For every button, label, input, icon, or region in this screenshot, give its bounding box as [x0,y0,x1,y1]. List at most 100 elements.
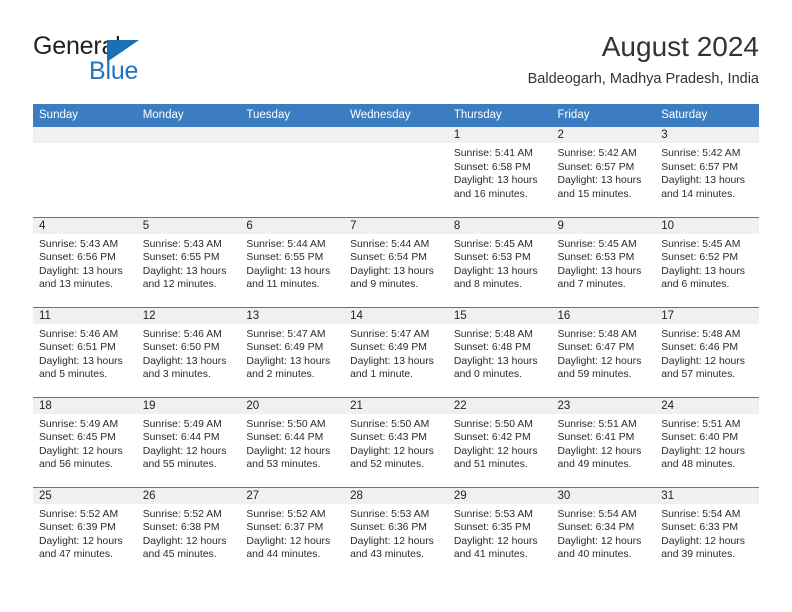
sunrise-text: Sunrise: 5:47 AM [350,328,430,340]
sunset-text: Sunset: 6:44 PM [246,432,324,444]
sunset-text: Sunset: 6:49 PM [246,342,324,354]
week-row: 4 Sunrise: 5:43 AM Sunset: 6:56 PM Dayli… [33,216,759,307]
daylight-text-line1: Daylight: 12 hours [453,535,538,547]
day-cell[interactable]: 10 Sunrise: 5:45 AM Sunset: 6:52 PM Dayl… [655,216,759,307]
day-number: 7 [344,217,448,234]
day-cell[interactable]: 5 Sunrise: 5:43 AM Sunset: 6:55 PM Dayli… [136,216,241,307]
day-number: 27 [240,487,345,504]
daylight-text-line2: and 55 minutes. [142,459,217,471]
daylight-text-line1: Daylight: 13 hours [453,175,538,187]
page-subtitle: Baldeogarh, Madhya Pradesh, India [527,71,759,87]
daylight-text-line2: and 43 minutes. [350,549,425,561]
daylight-text-line2: and 49 minutes. [557,459,632,471]
sunset-text: Sunset: 6:58 PM [453,161,531,173]
sunrise-text: Sunrise: 5:43 AM [39,238,119,250]
daylight-text-line2: and 41 minutes. [453,549,528,561]
day-cell[interactable]: 22 Sunrise: 5:50 AM Sunset: 6:42 PM Dayl… [447,396,552,487]
daylight-text-line1: Daylight: 12 hours [350,445,434,457]
day-cell[interactable]: 1 Sunrise: 5:41 AM Sunset: 6:58 PM Dayli… [447,127,552,217]
daylight-text-line2: and 5 minutes. [39,369,108,381]
day-number [240,127,345,143]
day-number: 14 [344,307,448,324]
day-cell[interactable]: 29 Sunrise: 5:53 AM Sunset: 6:35 PM Dayl… [447,486,552,577]
day-cell[interactable]: 26 Sunrise: 5:52 AM Sunset: 6:38 PM Dayl… [136,486,241,577]
day-cell[interactable]: 28 Sunrise: 5:53 AM Sunset: 6:36 PM Dayl… [344,486,448,577]
daylight-text-line2: and 59 minutes. [557,369,632,381]
daylight-text-line2: and 51 minutes. [453,459,528,471]
day-cell[interactable]: 23 Sunrise: 5:51 AM Sunset: 6:41 PM Dayl… [551,396,656,487]
sunrise-text: Sunrise: 5:41 AM [453,148,533,159]
sunset-text: Sunset: 6:55 PM [142,252,220,264]
day-details: Sunrise: 5:45 AM Sunset: 6:52 PM Dayligh… [655,234,759,292]
day-cell[interactable]: 24 Sunrise: 5:51 AM Sunset: 6:40 PM Dayl… [655,396,759,487]
day-cell[interactable]: 21 Sunrise: 5:50 AM Sunset: 6:43 PM Dayl… [344,396,448,487]
daylight-text-line2: and 11 minutes. [246,279,320,291]
day-cell[interactable]: 25 Sunrise: 5:52 AM Sunset: 6:39 PM Dayl… [33,486,137,577]
daylight-text-line2: and 1 minute. [350,369,414,381]
day-cell[interactable]: 2 Sunrise: 5:42 AM Sunset: 6:57 PM Dayli… [551,127,656,217]
day-cell[interactable]: 11 Sunrise: 5:46 AM Sunset: 6:51 PM Dayl… [33,306,137,397]
day-details: Sunrise: 5:47 AM Sunset: 6:49 PM Dayligh… [240,324,344,382]
sunset-text: Sunset: 6:49 PM [350,342,427,354]
day-cell[interactable]: 7 Sunrise: 5:44 AM Sunset: 6:54 PM Dayli… [344,216,448,307]
day-number: 4 [33,217,137,234]
sunset-text: Sunset: 6:44 PM [142,432,220,444]
day-cell[interactable]: 8 Sunrise: 5:45 AM Sunset: 6:53 PM Dayli… [447,216,552,307]
day-details: Sunrise: 5:47 AM Sunset: 6:49 PM Dayligh… [344,324,448,382]
sunset-text: Sunset: 6:55 PM [246,252,324,264]
daylight-text-line1: Daylight: 13 hours [350,355,434,367]
day-cell[interactable]: 6 Sunrise: 5:44 AM Sunset: 6:55 PM Dayli… [240,216,345,307]
daylight-text-line1: Daylight: 12 hours [39,535,123,547]
daylight-text-line2: and 3 minutes. [142,369,211,381]
sunrise-text: Sunrise: 5:43 AM [142,238,222,250]
day-cell[interactable]: 16 Sunrise: 5:48 AM Sunset: 6:47 PM Dayl… [551,306,656,397]
daylight-text-line1: Daylight: 13 hours [661,265,745,277]
day-cell[interactable]: 3 Sunrise: 5:42 AM Sunset: 6:57 PM Dayli… [655,127,759,217]
day-details: Sunrise: 5:52 AM Sunset: 6:38 PM Dayligh… [137,504,241,562]
daylight-text-line2: and 0 minutes. [453,369,522,381]
daylight-text-line1: Daylight: 12 hours [557,445,642,457]
sunrise-text: Sunrise: 5:49 AM [142,418,222,430]
day-details: Sunrise: 5:42 AM Sunset: 6:57 PM Dayligh… [655,143,759,201]
daylight-text-line1: Daylight: 12 hours [557,535,642,547]
day-cell[interactable]: 17 Sunrise: 5:48 AM Sunset: 6:46 PM Dayl… [655,306,759,397]
daylight-text-line2: and 47 minutes. [39,549,113,561]
sunset-text: Sunset: 6:51 PM [39,342,116,354]
daylight-text-line1: Daylight: 12 hours [142,535,227,547]
day-cell[interactable]: 20 Sunrise: 5:50 AM Sunset: 6:44 PM Dayl… [240,396,345,487]
day-details: Sunrise: 5:44 AM Sunset: 6:54 PM Dayligh… [344,234,448,292]
sunset-text: Sunset: 6:50 PM [142,342,220,354]
day-details: Sunrise: 5:43 AM Sunset: 6:56 PM Dayligh… [33,234,137,292]
day-details: Sunrise: 5:41 AM Sunset: 6:58 PM Dayligh… [448,143,552,201]
day-details: Sunrise: 5:49 AM Sunset: 6:45 PM Dayligh… [33,414,137,472]
day-cell[interactable]: 4 Sunrise: 5:43 AM Sunset: 6:56 PM Dayli… [33,216,137,307]
day-cell[interactable]: 15 Sunrise: 5:48 AM Sunset: 6:48 PM Dayl… [447,306,552,397]
sunrise-text: Sunrise: 5:45 AM [453,238,533,250]
day-cell[interactable]: 14 Sunrise: 5:47 AM Sunset: 6:49 PM Dayl… [344,306,448,397]
sunrise-text: Sunrise: 5:47 AM [246,328,326,340]
day-cell[interactable]: 13 Sunrise: 5:47 AM Sunset: 6:49 PM Dayl… [240,306,345,397]
day-details: Sunrise: 5:52 AM Sunset: 6:39 PM Dayligh… [33,504,137,562]
day-details: Sunrise: 5:54 AM Sunset: 6:33 PM Dayligh… [655,504,759,562]
day-number: 1 [447,127,552,143]
sunset-text: Sunset: 6:35 PM [453,522,531,534]
general-blue-logo[interactable]: General Blue [33,32,233,86]
day-number: 24 [655,397,759,414]
day-cell[interactable]: 19 Sunrise: 5:49 AM Sunset: 6:44 PM Dayl… [136,396,241,487]
day-number: 28 [344,487,448,504]
daylight-text-line2: and 16 minutes. [453,188,528,200]
day-number: 29 [447,487,552,504]
day-details: Sunrise: 5:50 AM Sunset: 6:44 PM Dayligh… [240,414,344,472]
day-cell[interactable]: 12 Sunrise: 5:46 AM Sunset: 6:50 PM Dayl… [136,306,241,397]
daylight-text-line2: and 13 minutes. [39,279,113,291]
day-cell[interactable]: 31 Sunrise: 5:54 AM Sunset: 6:33 PM Dayl… [655,486,759,577]
daylight-text-line2: and 15 minutes. [557,188,632,200]
sunset-text: Sunset: 6:53 PM [453,252,531,264]
day-details: Sunrise: 5:53 AM Sunset: 6:35 PM Dayligh… [448,504,552,562]
daylight-text-line1: Daylight: 13 hours [39,355,123,367]
day-cell[interactable]: 9 Sunrise: 5:45 AM Sunset: 6:53 PM Dayli… [551,216,656,307]
sunrise-text: Sunrise: 5:48 AM [661,328,741,340]
day-cell[interactable]: 27 Sunrise: 5:52 AM Sunset: 6:37 PM Dayl… [240,486,345,577]
day-cell[interactable]: 30 Sunrise: 5:54 AM Sunset: 6:34 PM Dayl… [551,486,656,577]
day-cell[interactable]: 18 Sunrise: 5:49 AM Sunset: 6:45 PM Dayl… [33,396,137,487]
